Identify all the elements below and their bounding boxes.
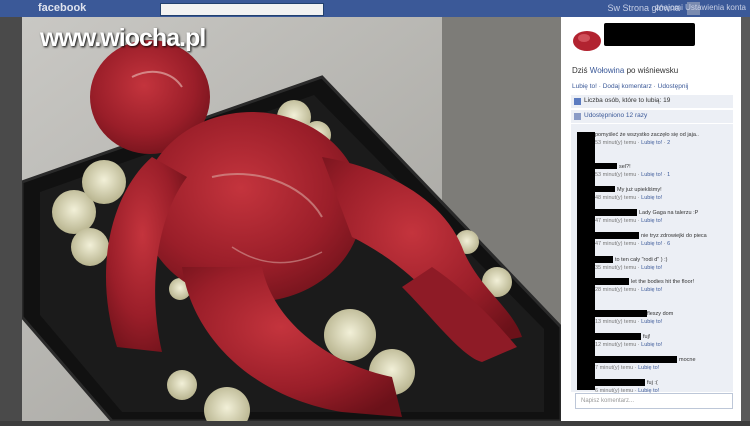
like-link[interactable]: Lubię to! xyxy=(641,218,662,224)
post-actions[interactable]: Lubię to! · Dodaj komentarz · Udostępnij xyxy=(572,83,688,90)
like-link[interactable]: Lubię to! xyxy=(641,241,662,247)
comment-meta: 53 minut(y) temu · Lubię to! · 2 xyxy=(595,140,671,146)
shares-summary[interactable]: Udostępniono 12 razy xyxy=(571,110,733,123)
comment-text: pomyśleć że wszystko zaczęło się od jaja… xyxy=(595,132,699,138)
shares-text: Udostępniono 12 razy xyxy=(584,112,648,119)
redacted-author-name xyxy=(604,23,695,46)
caption-suffix: po wiśniewsku xyxy=(626,66,679,75)
account-menu[interactable]: znajomi Ustawienia konta xyxy=(655,3,746,12)
facebook-logo[interactable]: facebook xyxy=(38,2,86,14)
like-link[interactable]: Lubię to! xyxy=(641,342,662,348)
redacted-name xyxy=(595,356,677,363)
redacted-name xyxy=(595,186,615,192)
thumbs-up-icon xyxy=(574,98,581,105)
meat-baby-image: www.wiocha.pl xyxy=(22,17,561,421)
comment: My już upiekliśmy! 48 minut(y) temu · Lu… xyxy=(595,186,735,202)
comment-meta: 35 minut(y) temu · Lubię to! xyxy=(595,265,663,271)
comment-meta: 28 minut(y) temu · Lubię to! xyxy=(595,287,663,293)
redacted-name xyxy=(595,310,647,317)
likes-text: Liczba osób, które to lubią: 19 xyxy=(584,97,671,104)
redacted-avatars xyxy=(577,132,595,390)
comment-text: My już upiekliśmy! xyxy=(617,187,662,193)
comments-list: pomyśleć że wszystko zaczęło się od jaja… xyxy=(571,124,735,394)
redacted-name xyxy=(595,333,641,340)
like-count[interactable]: 2 xyxy=(667,140,670,146)
like-count[interactable]: 1 xyxy=(667,172,670,178)
redacted-name xyxy=(595,232,639,239)
likes-summary[interactable]: Liczba osób, które to lubią: 19 xyxy=(571,95,733,108)
post-photo[interactable]: www.wiocha.pl www.wiocha.pl xyxy=(22,17,561,421)
post-side-panel: Dziś Wołowina po wiśniewsku Lubię to! · … xyxy=(561,17,741,421)
comment-meta: 47 minut(y) temu · Lubię to! · 6 xyxy=(595,241,671,247)
like-link[interactable]: Lubię to! xyxy=(641,195,662,201)
comment: to ten cały "rodi d" ) :) 35 minut(y) te… xyxy=(595,256,735,272)
like-link[interactable]: Lubię to! xyxy=(641,287,662,293)
comment-meta: 12 minut(y) temu · Lubię to! xyxy=(595,342,663,348)
caption-link[interactable]: Wołowina xyxy=(590,66,625,75)
like-link[interactable]: Lubię to! xyxy=(641,172,662,178)
comment-meta: 47 minut(y) temu · Lubię to! xyxy=(595,218,663,224)
search-input[interactable] xyxy=(160,3,324,16)
comment-meta: 48 minut(y) temu · Lubię to! xyxy=(595,195,663,201)
comment-meta: 13 minut(y) temu · Lubię to! xyxy=(595,319,663,325)
page-bottom-edge xyxy=(0,421,750,426)
post-caption: Dziś Wołowina po wiśniewsku xyxy=(572,66,678,75)
meat-avatar-icon[interactable] xyxy=(572,28,602,52)
comment-input[interactable]: Napisz komentarz... xyxy=(575,393,733,409)
comment-meta: 7 minut(y) temu · Lubię to! xyxy=(595,365,660,371)
like-link[interactable]: Lubię to! xyxy=(641,319,662,325)
like-link[interactable]: Lubię to! xyxy=(641,140,662,146)
redacted-name xyxy=(595,379,645,386)
share-icon xyxy=(574,113,581,120)
redacted-name xyxy=(595,278,629,285)
caption-prefix: Dziś xyxy=(572,66,588,75)
like-link[interactable]: Lubię to! xyxy=(641,265,662,271)
redacted-name xyxy=(595,256,613,263)
facebook-topbar: facebook Sw Strona główna znajomi Ustawi… xyxy=(0,0,750,17)
site-watermark: www.wiocha.pl xyxy=(40,24,206,52)
like-count[interactable]: 6 xyxy=(667,241,670,247)
comment-text: to ten cały "rodi d" ) :) xyxy=(615,257,668,263)
like-link[interactable]: Lubię to! xyxy=(638,365,659,371)
page-scrollbar[interactable] xyxy=(741,17,750,426)
comment-meta: 53 minut(y) temu · Lubię to! · 1 xyxy=(595,172,671,178)
redacted-name xyxy=(595,209,637,216)
comment: pomyśleć że wszystko zaczęło się od jaja… xyxy=(595,131,735,147)
redacted-name xyxy=(595,163,617,169)
